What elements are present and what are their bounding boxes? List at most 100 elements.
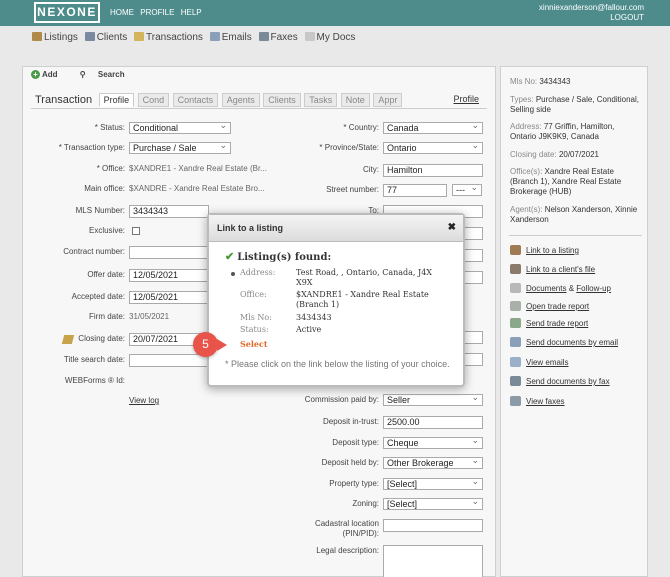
nav-my-docs[interactable]: My Docs xyxy=(304,32,355,43)
deposit-in-trust-input[interactable]: 2500.00 xyxy=(383,416,483,429)
nexone-logo[interactable]: NEXONE xyxy=(34,2,100,23)
legal-description-textarea[interactable] xyxy=(383,545,483,577)
webforms-label: WEBForms ® Id: xyxy=(64,376,125,385)
nav-listings[interactable]: Listings xyxy=(32,32,78,43)
mls-number-input[interactable]: 3434343 xyxy=(129,205,209,218)
zoning-select[interactable]: [Select] xyxy=(383,496,483,510)
firm-date-label: Firm date: xyxy=(88,312,125,321)
nav-emails[interactable]: Emails xyxy=(209,32,252,43)
exclusive-checkbox[interactable] xyxy=(132,227,140,235)
firm-date-value: 31/05/2021 xyxy=(129,312,170,321)
tab-cond[interactable]: Cond xyxy=(137,93,170,107)
cadastral-input[interactable] xyxy=(383,519,483,532)
section-title: Transaction xyxy=(35,94,93,106)
deposit-type-label: Deposit type: xyxy=(332,438,379,447)
step-badge: 5 xyxy=(193,332,227,357)
fax-icon xyxy=(258,32,269,41)
listing-address-value: Test Road, , Ontario, Canada, J4X X9X xyxy=(296,268,432,287)
house-icon xyxy=(32,32,42,41)
property-type-select[interactable]: [Select] xyxy=(383,476,483,490)
people-icon xyxy=(84,32,95,41)
tab-appr[interactable]: Appr xyxy=(373,93,403,107)
search-icon: ⚲ xyxy=(79,70,86,79)
country-label: * Country: xyxy=(343,123,379,132)
exclusive-label: Exclusive: xyxy=(88,226,125,235)
document-icon xyxy=(510,283,521,293)
title-search-input[interactable] xyxy=(129,354,209,367)
fax-icon xyxy=(510,396,521,406)
summary-sidebar: Mls No: 3434343 Types: Purchase / Sale, … xyxy=(500,66,648,577)
mls-number-label: MLS Number: xyxy=(75,206,125,215)
transaction-type-label: * Transaction type: xyxy=(58,143,125,152)
contract-number-label: Contract number: xyxy=(63,247,125,256)
listing-office-label: Office: xyxy=(240,290,267,299)
office-label: * Office: xyxy=(96,164,125,173)
tab-tasks[interactable]: Tasks xyxy=(304,93,338,107)
deposit-held-label: Deposit held by: xyxy=(321,458,379,467)
action-view-emails[interactable]: View emails xyxy=(510,357,569,367)
sidebar-types: Types: Purchase / Sale, Conditional, Sel… xyxy=(510,95,639,114)
action-open-trade-report[interactable]: Open trade report xyxy=(510,301,589,311)
select-listing-link[interactable]: Select xyxy=(240,339,268,349)
sidebar-divider xyxy=(509,235,642,236)
deposit-type-select[interactable]: Cheque xyxy=(383,435,483,449)
logout-link[interactable]: LOGOUT xyxy=(539,13,644,23)
deposit-held-select[interactable]: Other Brokerage xyxy=(383,455,483,469)
tab-clients[interactable]: Clients xyxy=(263,93,301,107)
commission-paid-select[interactable]: Seller xyxy=(383,392,483,406)
sidebar-mls: Mls No: 3434343 xyxy=(510,77,571,86)
action-send-docs-fax[interactable]: Send documents by fax xyxy=(510,376,610,386)
listing-status-value: Active xyxy=(296,325,322,334)
user-email: xinniexanderson@fallour.com xyxy=(538,3,644,12)
close-icon[interactable]: ✖ xyxy=(448,222,456,233)
status-select[interactable]: Conditional xyxy=(129,120,231,134)
nav-home[interactable]: HOME xyxy=(110,8,134,17)
listing-office-value: $XANDRE1 - Xandre Real Estate (Branch 1) xyxy=(296,290,429,309)
accepted-date-input[interactable]: 12/05/2021 xyxy=(129,291,209,304)
action-link-to-listing[interactable]: Link to a listing xyxy=(510,245,579,255)
tab-profile[interactable]: Profile xyxy=(98,93,135,107)
country-select[interactable]: Canada xyxy=(383,120,483,134)
deposit-in-trust-label: Deposit in-trust: xyxy=(322,417,379,426)
profile-print-link[interactable]: Profile xyxy=(453,94,479,104)
street-suffix-select[interactable]: --- xyxy=(452,182,482,196)
nav-transactions[interactable]: Transactions xyxy=(134,32,203,43)
transaction-type-select[interactable]: Purchase / Sale xyxy=(129,140,231,154)
province-select[interactable]: Ontario xyxy=(383,140,483,154)
add-button[interactable]: + Add xyxy=(31,70,68,79)
tab-contacts[interactable]: Contacts xyxy=(172,93,219,107)
main-office-value: $XANDRE - Xandre Real Estate Bro... xyxy=(129,184,265,193)
tab-agents[interactable]: Agents xyxy=(221,93,260,107)
accepted-date-label: Accepted date: xyxy=(71,292,125,301)
listing-mls-value: 3434343 xyxy=(296,313,332,322)
sidebar-closing: Closing date: 20/07/2021 xyxy=(510,150,599,159)
checkmark-icon: ✔ xyxy=(225,250,235,263)
action-send-docs-email[interactable]: Send documents by email xyxy=(510,337,618,347)
cadastral-label: Cadastral location (PIN/PID): xyxy=(314,519,379,538)
city-label: City: xyxy=(363,165,379,174)
view-log-link[interactable]: View log xyxy=(129,396,159,405)
tab-divider xyxy=(31,108,487,109)
follow-up-link[interactable]: Follow-up xyxy=(576,284,611,293)
zoning-label: Zoning: xyxy=(352,499,379,508)
report-icon xyxy=(510,301,521,311)
nav-clients[interactable]: Clients xyxy=(84,32,127,43)
contract-number-input[interactable] xyxy=(129,246,209,259)
offer-date-input[interactable]: 12/05/2021 xyxy=(129,269,209,282)
envelope-icon xyxy=(510,357,521,367)
nav-profile[interactable]: PROFILE xyxy=(140,8,174,17)
action-send-trade-report[interactable]: Send trade report xyxy=(510,318,588,328)
street-number-input[interactable]: 77 xyxy=(383,184,447,197)
tab-note[interactable]: Note xyxy=(340,93,370,107)
top-nav: HOME PROFILE HELP xyxy=(110,8,206,17)
nav-faxes[interactable]: Faxes xyxy=(258,32,298,43)
nav-help[interactable]: HELP xyxy=(181,8,202,17)
street-number-label: Street number: xyxy=(326,185,379,194)
office-value: $XANDRE1 - Xandre Real Estate (Br... xyxy=(129,164,267,173)
action-documents[interactable]: Documents & Follow-up xyxy=(510,283,611,293)
city-input[interactable]: Hamilton xyxy=(383,164,483,177)
action-link-to-client[interactable]: Link to a client's file xyxy=(510,264,595,274)
search-button[interactable]: ⚲ Search xyxy=(80,70,135,79)
sidebar-address: Address: 77 Griffin, Hamilton, Ontario J… xyxy=(510,122,615,141)
action-view-faxes[interactable]: View faxes xyxy=(510,396,565,406)
